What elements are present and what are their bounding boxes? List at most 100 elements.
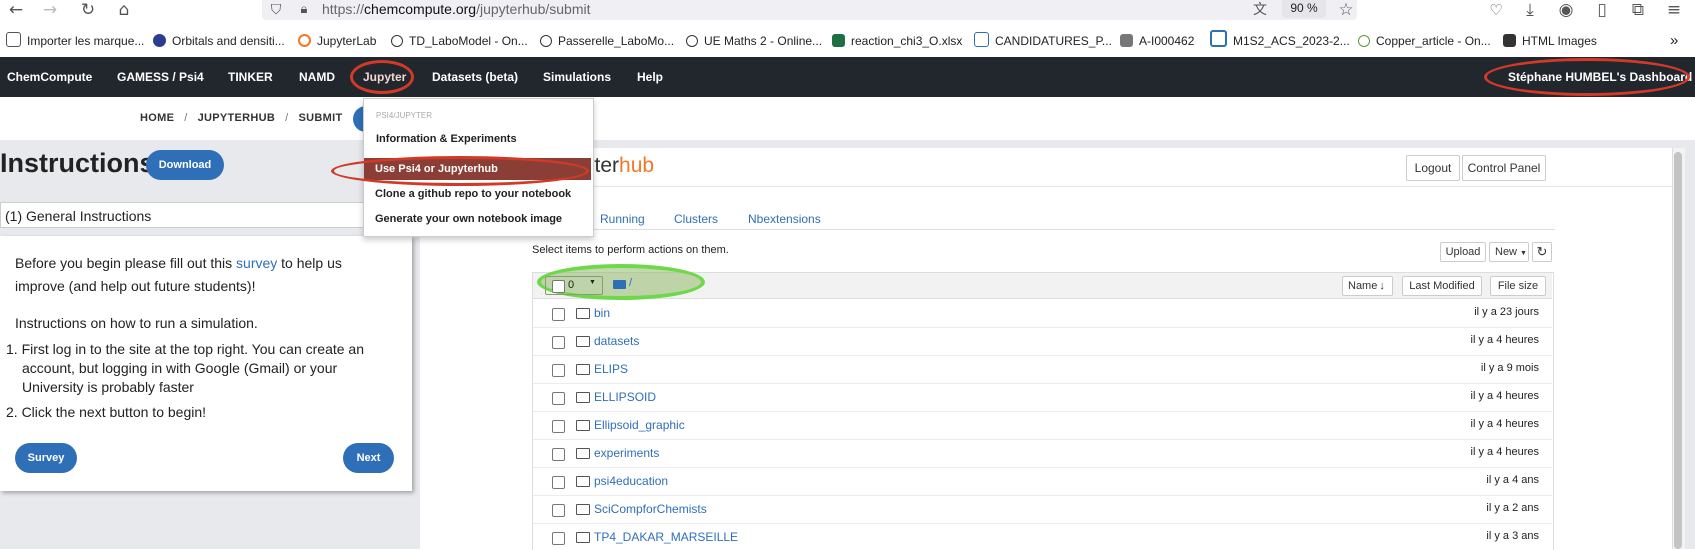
general-instructions-header[interactable]: (1) General Instructions (0, 202, 412, 228)
nav-datasets[interactable]: Datasets (beta) (432, 57, 518, 97)
bookmark-item[interactable]: M1S2_ACS_2023-2... (1210, 30, 1350, 52)
file-name[interactable]: TP4_DAKAR_MARSEILLE (594, 530, 738, 544)
zoom-level[interactable]: 90 % (1282, 0, 1326, 18)
file-row[interactable]: bin il y a 23 jours (533, 299, 1552, 328)
sort-modified-button[interactable]: Last Modified (1402, 276, 1482, 296)
bookmark-item[interactable]: A-I000462 (1120, 30, 1194, 52)
row-checkbox[interactable] (552, 308, 565, 321)
nav-tinker[interactable]: TINKER (228, 57, 273, 97)
caret-down-icon[interactable]: ▼ (589, 279, 596, 286)
breadcrumb-submit: SUBMIT (298, 112, 343, 124)
nav-help[interactable]: Help (637, 57, 663, 97)
menu-item-clone-github[interactable]: Clone a github repo to your notebook (375, 188, 571, 200)
row-checkbox[interactable] (552, 504, 565, 517)
file-name[interactable]: experiments (594, 446, 659, 460)
reload-icon[interactable]: ↻ (78, 0, 98, 20)
sort-name-button[interactable]: Name ↓ (1342, 276, 1393, 296)
survey-button[interactable]: Survey (15, 443, 77, 473)
forward-arrow-icon[interactable]: → (40, 0, 60, 20)
nav-chemcompute[interactable]: ChemCompute (7, 57, 92, 97)
menu-icon[interactable]: ≡ (1664, 0, 1684, 20)
extensions-icon[interactable]: ⧉ (1628, 0, 1648, 20)
home-icon[interactable]: ⌂ (114, 0, 134, 20)
jupyterhub-logo[interactable]: yterhub (584, 154, 654, 178)
spreadsheet-icon (832, 34, 845, 47)
download-icon[interactable]: ⤓ (1520, 0, 1540, 20)
translate-icon[interactable]: 文 (1250, 0, 1270, 20)
bookmark-item[interactable]: reaction_chi3_O.xlsx (832, 30, 962, 52)
file-row[interactable]: ELLIPSOID il y a 4 heures (533, 383, 1552, 412)
bookmark-item[interactable]: JupyterLab (298, 30, 376, 52)
bookmark-item[interactable]: Copper_article - On... (1358, 30, 1491, 52)
file-modified: il y a 4 heures (1470, 418, 1539, 430)
bookmarks-overflow-icon[interactable]: » (1670, 30, 1678, 52)
file-name[interactable]: SciCompforChemists (594, 502, 707, 516)
file-modified: il y a 9 mois (1480, 362, 1539, 374)
refresh-icon[interactable]: ↻ (1532, 242, 1552, 262)
current-path[interactable]: / (629, 277, 632, 289)
star-icon[interactable]: ☆ (1336, 0, 1356, 20)
lock-icon[interactable]: 🔒︎ (294, 0, 314, 20)
menu-item-generate-image[interactable]: Generate your own notebook image (375, 213, 562, 225)
url-text[interactable]: https://chemcompute.org/jupyterhub/submi… (322, 0, 591, 18)
file-name[interactable]: datasets (594, 334, 639, 348)
menu-item-information[interactable]: Information & Experiments (376, 133, 517, 145)
bookmark-item[interactable]: Passerelle_LaboMo... (540, 30, 674, 52)
account-icon[interactable]: ◉ (1556, 0, 1576, 20)
row-checkbox[interactable] (552, 448, 565, 461)
file-row[interactable]: datasets il y a 4 heures (533, 327, 1552, 356)
row-checkbox[interactable] (552, 392, 565, 405)
file-row[interactable]: psi4education il y a 4 ans (533, 467, 1552, 496)
row-checkbox[interactable] (552, 532, 565, 545)
file-name[interactable]: psi4education (594, 474, 668, 488)
tab-running[interactable]: Running (600, 212, 645, 226)
breadcrumb: HOME / JUPYTERHUB / SUBMIT (140, 112, 342, 124)
breadcrumb-separator: / (184, 112, 188, 124)
scrollbar-thumb[interactable] (1674, 152, 1682, 549)
survey-link[interactable]: survey (236, 255, 277, 271)
file-name[interactable]: ELLIPSOID (594, 390, 656, 404)
row-checkbox[interactable] (552, 364, 565, 377)
browser-toolbar: ← → ↻ ⌂ ⛉ 🔒︎ https://chemcompute.org/jup… (0, 0, 1695, 22)
upload-button[interactable]: Upload (1440, 242, 1486, 262)
control-panel-button[interactable]: Control Panel (1462, 155, 1546, 181)
back-arrow-icon[interactable]: ← (6, 0, 26, 20)
bookmark-item[interactable]: HTML Images (1503, 30, 1597, 52)
logout-button[interactable]: Logout (1406, 155, 1460, 181)
next-button[interactable]: Next (343, 443, 394, 473)
row-checkbox[interactable] (552, 476, 565, 489)
bookmark-item[interactable]: Orbitals and densiti... (153, 30, 285, 52)
pocket-icon[interactable]: ♡ (1486, 0, 1506, 20)
file-row[interactable]: SciCompforChemists il y a 2 ans (533, 495, 1552, 524)
file-name[interactable]: ELIPS (594, 362, 628, 376)
download-button[interactable]: Download (146, 150, 224, 180)
bookmark-item[interactable]: CANDIDATURES_P... (974, 30, 1112, 52)
bookmark-item[interactable]: UE Maths 2 - Online... (686, 30, 822, 52)
shield-icon[interactable]: ⛉ (266, 0, 286, 20)
new-dropdown-button[interactable]: New ▼ (1489, 242, 1529, 262)
tab-clusters[interactable]: Clusters (674, 212, 718, 226)
nav-simulations[interactable]: Simulations (543, 57, 611, 97)
breadcrumb-home[interactable]: HOME (140, 112, 174, 124)
file-modified: il y a 23 jours (1474, 306, 1539, 318)
bookmark-item[interactable]: TD_LaboModel - On... (391, 30, 528, 52)
sort-size-button[interactable]: File size (1490, 276, 1546, 296)
file-name[interactable]: bin (594, 306, 610, 320)
folder-icon (576, 392, 590, 403)
row-checkbox[interactable] (552, 420, 565, 433)
tab-nbextensions[interactable]: Nbextensions (748, 212, 821, 226)
breadcrumb-jupyterhub[interactable]: JUPYTERHUB (198, 112, 276, 124)
bookmark-item[interactable]: Importer les marque... (6, 30, 144, 52)
file-name[interactable]: Ellipsoid_graphic (594, 418, 685, 432)
file-row[interactable]: experiments il y a 4 heures (533, 439, 1552, 468)
select-all-checkbox[interactable] (552, 280, 565, 293)
file-row[interactable]: ELIPS il y a 9 mois (533, 355, 1552, 384)
row-checkbox[interactable] (552, 336, 565, 349)
reader-icon[interactable]: ▯ (1592, 0, 1612, 20)
file-row[interactable]: Ellipsoid_graphic il y a 4 heures (533, 411, 1552, 440)
step-1: 1. First log in to the site at the top r… (6, 341, 364, 357)
nav-namd[interactable]: NAMD (299, 57, 335, 97)
file-row[interactable]: TP4_DAKAR_MARSEILLE il y a 3 ans (533, 523, 1552, 549)
nav-gamess-psi4[interactable]: GAMESS / Psi4 (117, 57, 204, 97)
folder-icon (576, 308, 590, 319)
